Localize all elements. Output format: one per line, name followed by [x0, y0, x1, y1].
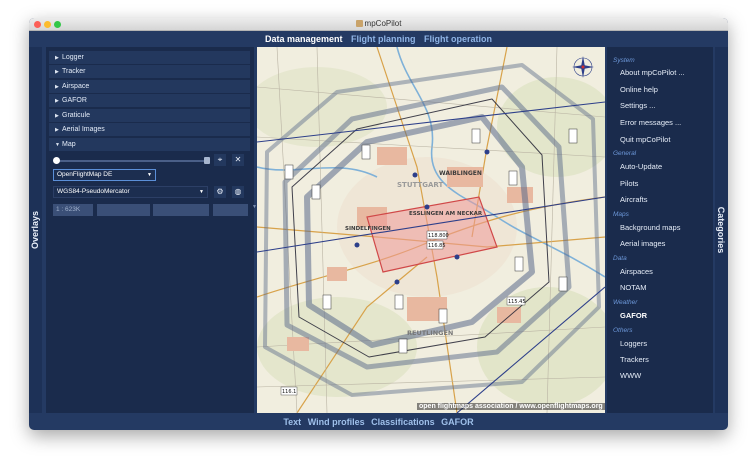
categories-tab[interactable]: Categories	[715, 47, 728, 413]
overlay-item-tracker[interactable]: ▶ Tracker	[49, 65, 250, 78]
category-www[interactable]: WWW	[620, 371, 641, 380]
collapse-triangle-icon: ▼	[55, 142, 60, 148]
category-auto-update[interactable]: Auto-Update	[620, 162, 662, 171]
category-group-title: General	[613, 150, 637, 157]
category-group-title: Maps	[613, 211, 629, 218]
category-group-title: Data	[613, 255, 627, 262]
map-source-value: OpenFlightMap DE	[57, 171, 113, 178]
map-source-select[interactable]: OpenFlightMap DE ▼	[53, 169, 156, 181]
nav-data-management[interactable]: Data management	[265, 32, 343, 46]
chevron-down-icon: ▼	[199, 189, 204, 195]
frequency-label: 115.45	[508, 299, 526, 305]
categories-panel: System About mpCoPilot ... Online help S…	[607, 47, 713, 413]
nav-flight-operation[interactable]: Flight operation	[424, 32, 492, 46]
nav-gafor[interactable]: GAFOR	[441, 417, 474, 427]
overlay-item-logger[interactable]: ▶ Logger	[49, 51, 250, 64]
map-opacity-slider[interactable]	[58, 160, 208, 162]
map-opacity-slider-end	[204, 157, 210, 164]
window-title: mpCoPilot	[29, 19, 728, 28]
overlay-item-label: Logger	[62, 54, 84, 61]
overlay-item-label: GAFOR	[62, 97, 87, 104]
nav-classifications[interactable]: Classifications	[371, 417, 435, 427]
frequency-label: 116.85	[428, 243, 446, 249]
map-field-3[interactable]	[213, 204, 248, 216]
categories-tab-label: Categories	[716, 206, 726, 254]
projection-select[interactable]: WGS84-PseudoMercator ▼	[53, 186, 208, 198]
place-name: SINDELFINGEN	[345, 226, 391, 232]
overlay-item-label: Map	[62, 141, 76, 148]
expand-triangle-icon: ▶	[55, 127, 59, 133]
overlay-item-label: Tracker	[62, 68, 86, 75]
bottom-nav: Text Wind profiles Classifications GAFOR	[29, 415, 728, 429]
map-field-1[interactable]	[97, 204, 150, 216]
frequency-label: 118.800	[428, 233, 449, 239]
category-group-title: Others	[613, 327, 633, 334]
overlay-item-label: Aerial Images	[62, 126, 105, 133]
overlay-item-label: Airspace	[62, 83, 90, 90]
locate-icon[interactable]: ⌖	[214, 154, 226, 166]
category-settings[interactable]: Settings ...	[620, 101, 655, 110]
top-nav: Data management Flight planning Flight o…	[29, 32, 728, 47]
category-trackers[interactable]: Trackers	[620, 355, 649, 364]
projection-value: WGS84-PseudoMercator	[57, 188, 130, 195]
overlay-item-aerial-images[interactable]: ▶ Aerial Images	[49, 123, 250, 136]
category-about[interactable]: About mpCoPilot ...	[620, 68, 685, 77]
frequency-label: 116.1	[282, 389, 296, 395]
category-loggers[interactable]: Loggers	[620, 339, 647, 348]
app-window: mpCoPilot Data management Flight plannin…	[29, 18, 728, 430]
overlay-item-gafor[interactable]: ▶ GAFOR	[49, 94, 250, 107]
category-background-maps[interactable]: Background maps	[620, 223, 680, 232]
place-name: WAIBLINGEN	[439, 170, 482, 177]
overlays-tab-label: Overlays	[30, 210, 40, 250]
title-bar: mpCoPilot	[29, 18, 728, 31]
map-view[interactable]: 118.800 116.85 115.45 116.1 WAIBLINGEN E…	[257, 47, 605, 413]
place-name: REUTLINGEN	[407, 329, 453, 337]
category-error-messages[interactable]: Error messages ...	[620, 118, 681, 127]
category-gafor[interactable]: GAFOR	[620, 311, 647, 320]
nav-flight-planning[interactable]: Flight planning	[351, 32, 416, 46]
place-name: STUTTGART	[397, 181, 443, 189]
overlay-item-graticule[interactable]: ▶ Graticule	[49, 109, 250, 122]
category-aircrafts[interactable]: Aircrafts	[620, 195, 648, 204]
expand-triangle-icon: ▶	[55, 98, 59, 104]
close-icon[interactable]: ✕	[232, 154, 244, 166]
app-icon	[355, 20, 363, 27]
overlay-item-airspace[interactable]: ▶ Airspace	[49, 80, 250, 93]
nav-wind-profiles[interactable]: Wind profiles	[308, 417, 365, 427]
place-name: ESSLINGEN AM NECKAR	[409, 211, 483, 217]
overlays-panel: ▶ Logger ▶ Tracker ▶ Airspace ▶ GAFOR ▶ Grati…	[46, 47, 257, 413]
map-canvas[interactable]: 118.800 116.85 115.45 116.1 WAIBLINGEN E…	[257, 47, 605, 413]
category-notam[interactable]: NOTAM	[620, 283, 647, 292]
expand-triangle-icon: ▶	[55, 55, 59, 61]
overlay-item-label: Graticule	[62, 112, 91, 119]
category-quit[interactable]: Quit mpCoPilot	[620, 135, 670, 144]
overlay-item-map[interactable]: ▼ Map	[49, 138, 250, 151]
category-online-help[interactable]: Online help	[620, 85, 658, 94]
globe-icon[interactable]: ◍	[232, 186, 244, 198]
map-opacity-slider-knob[interactable]	[53, 157, 60, 164]
nav-text[interactable]: Text	[283, 417, 301, 427]
category-group-title: System	[613, 57, 635, 64]
expand-triangle-icon: ▶	[55, 113, 59, 119]
category-airspaces[interactable]: Airspaces	[620, 267, 653, 276]
expand-triangle-icon: ▶	[55, 84, 59, 90]
map-attribution: open flightmaps association / www.openfl…	[417, 403, 605, 410]
map-field-2[interactable]	[153, 204, 209, 216]
window-title-text: mpCoPilot	[364, 19, 402, 28]
settings-icon[interactable]: ⚙	[214, 186, 226, 198]
category-aerial-images[interactable]: Aerial images	[620, 239, 665, 248]
scale-field[interactable]: 1 : 623K	[53, 204, 93, 216]
chevron-down-icon: ▼	[147, 172, 152, 178]
overlays-tab[interactable]: Overlays	[29, 47, 42, 413]
expand-triangle-icon: ▶	[55, 69, 59, 75]
category-pilots[interactable]: Pilots	[620, 179, 638, 188]
category-group-title: Weather	[613, 299, 638, 306]
